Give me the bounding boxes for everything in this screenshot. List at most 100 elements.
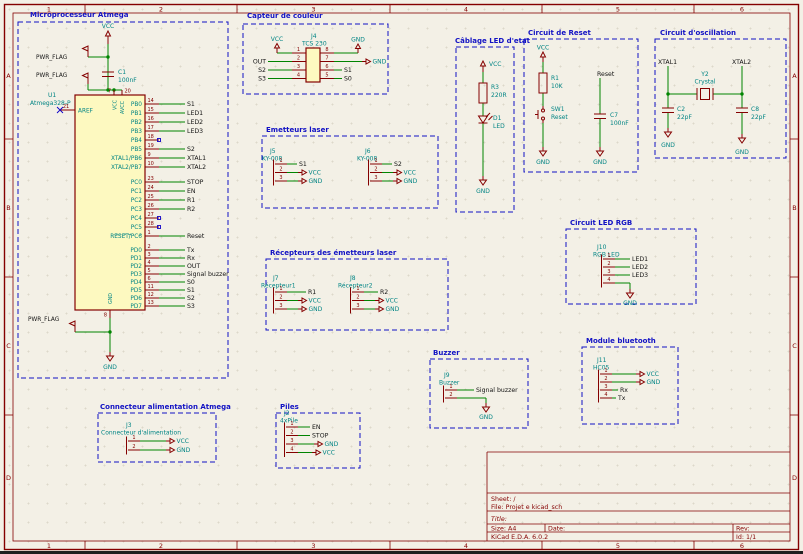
block-outline[interactable]: [97, 412, 217, 463]
wire[interactable]: [75, 318, 111, 352]
grid-row-label: B: [792, 204, 796, 212]
pin-name: PB2: [131, 120, 142, 126]
junction: [740, 92, 744, 96]
block-capteur-couleur[interactable]: Capteur de couleur J4 TCS 230 1 VCC 2 OUT 3 S…: [242, 12, 389, 95]
power-label: GND: [404, 178, 418, 185]
pin-number: 4: [604, 392, 607, 398]
resistor-ref: R3: [491, 84, 499, 91]
power-label: GND: [309, 306, 323, 313]
wire[interactable]: [87, 44, 122, 91]
switch-contact: [541, 116, 545, 121]
capacitor-symbol[interactable]: [736, 107, 748, 113]
connector-ref: J11: [596, 357, 607, 364]
vcc-symbol[interactable]: [104, 29, 112, 44]
pin-name: PB0: [131, 102, 142, 108]
pin-number: 3: [374, 175, 377, 181]
schematic-page: 112233445566AABBCCDD Sheet: / File: Proj…: [0, 0, 803, 554]
power-label: GND: [309, 178, 323, 185]
net-label: Tx: [186, 247, 195, 254]
gnd-symbol[interactable]: [663, 128, 673, 138]
block-led-etat[interactable]: Câblage LED d'etat VCC R3 220R D1 LED GN…: [455, 37, 531, 213]
pin-name: PD5: [130, 288, 142, 294]
block-outline[interactable]: [654, 38, 787, 159]
grid-col-label: 6: [740, 542, 744, 550]
vcc-symbol[interactable]: [479, 59, 487, 72]
pin-name: PB4: [131, 138, 142, 144]
connector-J9[interactable]: J9Buzzer1 Signal buzzer2GND: [439, 372, 518, 421]
pin-name: PC2: [131, 198, 143, 204]
connector-J6[interactable]: J6KY-0081 S22 VCC3 GND: [357, 148, 418, 186]
pin-number: 18: [148, 134, 154, 140]
block-led-rgb[interactable]: Circuit LED RGB: [565, 219, 697, 305]
vcc-symbol[interactable]: [539, 50, 547, 62]
pwr-flag-symbol[interactable]: [81, 45, 89, 57]
net-label: OUT: [187, 263, 200, 270]
grid-row-label: D: [6, 474, 11, 482]
net-label: S1: [299, 161, 307, 168]
pwr-flag-symbol[interactable]: [81, 72, 89, 84]
pin-name: PB3: [131, 129, 142, 135]
pin-number: 5: [325, 73, 328, 79]
gnd-symbol[interactable]: [478, 176, 488, 186]
gnd-symbol[interactable]: [737, 134, 747, 144]
gnd-symbol[interactable]: [538, 147, 548, 157]
cap-ref: C2: [677, 106, 685, 113]
led-symbol[interactable]: [477, 112, 493, 124]
crystal-symbol[interactable]: [700, 88, 710, 100]
pin-name: PD0: [130, 248, 142, 254]
gnd-symbol[interactable]: [595, 147, 605, 157]
connector-J2[interactable]: J24xPile1 EN 2 STOP 3 GND 4 VCC: [280, 410, 339, 457]
titleblock-sheet: Sheet: /: [491, 496, 516, 503]
net-label: EN: [312, 424, 321, 431]
pin-number: 21: [63, 104, 69, 110]
capacitor-symbol[interactable]: [594, 113, 606, 119]
net-label: EN: [187, 188, 196, 195]
pwr-flag-symbol[interactable]: [68, 320, 76, 332]
connector-J5[interactable]: J5KY-0081 S12 VCC3 GND: [262, 148, 323, 186]
net-label: S1: [344, 67, 352, 74]
block-oscillation[interactable]: Circuit d'oscillation XTAL1 XTAL2 Y2 Cry…: [654, 29, 787, 159]
grid-col-label: 1: [47, 542, 51, 550]
pin-name: PC4: [131, 216, 143, 222]
power-label: VCC: [309, 298, 321, 305]
block-microprocesseur[interactable]: Microprocesseur Atmega VCC PWR_FLAG PWR_…: [17, 11, 229, 379]
net-label: Signal buzzer: [476, 387, 518, 394]
sensor-body[interactable]: [305, 47, 321, 83]
pin-number: 7: [325, 56, 328, 62]
switch-symbol[interactable]: [535, 106, 544, 123]
power-label: VCC: [271, 36, 283, 43]
connector-J8[interactable]: J8Récepteur21 R2 2 VCC 3 GND: [338, 275, 400, 314]
power-label: VCC: [404, 170, 416, 177]
pin-number: 8: [325, 47, 328, 53]
connector-J3[interactable]: J3Connecteur d'alimentation1 VCC 2 GND: [101, 422, 191, 455]
pin-number: 1: [604, 368, 607, 374]
net-label: LED2: [187, 119, 203, 126]
net-label: XTAL2: [187, 164, 206, 171]
resistor-ref: R1: [551, 75, 559, 82]
pin-name: PD3: [130, 272, 142, 278]
connector-J11[interactable]: J11HC051 VCC2 GND3 Rx4 Tx: [593, 357, 661, 403]
resistor-value: 10K: [551, 83, 564, 90]
pin-number: 2: [290, 430, 293, 436]
schematic-canvas[interactable]: 112233445566A AB BC CD D Sheet: / File: Proj…: [0, 0, 803, 554]
connector-J10[interactable]: J10RGB LED1 LED12 LED23 LED34GND: [593, 244, 648, 307]
net-label: S2: [187, 146, 195, 153]
pin-number: 2: [279, 167, 282, 173]
block-circuit-reset[interactable]: Circuit de Reset VCC R1 10K SW1 Reset GN…: [523, 29, 639, 173]
pin-number: 5: [148, 268, 151, 274]
block-outline[interactable]: [523, 38, 639, 173]
connector-J7[interactable]: J7Récepteur11 R1 2 VCC 3 GND: [261, 275, 323, 314]
power-label: GND: [623, 300, 637, 307]
power-label: GND: [325, 441, 339, 448]
resistor-symbol[interactable]: [538, 72, 548, 94]
gnd-label: GND: [661, 142, 675, 149]
pin-number: 2: [132, 444, 135, 450]
pin-number: 1: [279, 286, 282, 292]
gnd-symbol[interactable]: [105, 352, 115, 362]
block-bluetooth[interactable]: Module bluetooth: [581, 337, 679, 425]
resistor-symbol[interactable]: [478, 82, 488, 104]
capacitor-symbol[interactable]: [662, 107, 674, 113]
pin-number: 3: [604, 384, 607, 390]
pin-number: 3: [279, 175, 282, 181]
block-emetteurs-laser[interactable]: Emetteurs laser: [261, 126, 439, 209]
